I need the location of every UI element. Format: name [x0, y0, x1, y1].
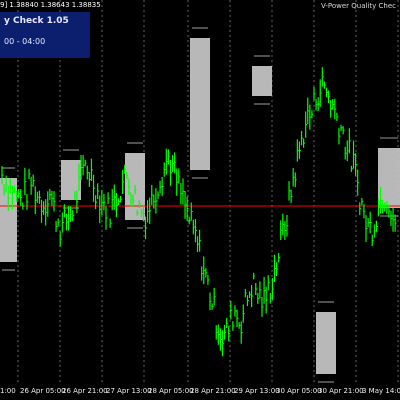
time-label: 26 Apr 21:00 [62, 387, 108, 395]
time-label: 26 Apr 05:00 [20, 387, 66, 395]
time-label: 30 Apr 21:00 [318, 387, 364, 395]
time-label: 28 Apr 05:00 [148, 387, 194, 395]
indicator-name: V-Power Quality Chec [320, 2, 396, 10]
time-label: 1:00 [0, 387, 16, 395]
session-box [378, 148, 400, 208]
session-box [252, 66, 272, 96]
session-box [316, 312, 336, 374]
time-label: 28 Apr 21:00 [190, 387, 236, 395]
time-label: 27 Apr 13:00 [106, 387, 152, 395]
session-box [61, 160, 81, 200]
session-box [190, 38, 210, 170]
session-time-range: 00 - 04:00 [4, 37, 46, 46]
time-label: 29 Apr 13:00 [234, 387, 280, 395]
price-chart[interactable] [0, 0, 400, 400]
time-label: 3 May 14:00 [362, 387, 400, 395]
time-axis: 1:00 26 Apr 05:00 26 Apr 21:00 27 Apr 13… [0, 384, 400, 400]
indicator-info-panel: y Check 1.05 00 - 04:00 [0, 12, 90, 58]
indicator-panel-title: y Check 1.05 [4, 16, 69, 26]
ohlc-readout: 9] 1.38840 1.38643 1.38835 [0, 1, 101, 9]
time-label: 30 Apr 05:00 [276, 387, 322, 395]
